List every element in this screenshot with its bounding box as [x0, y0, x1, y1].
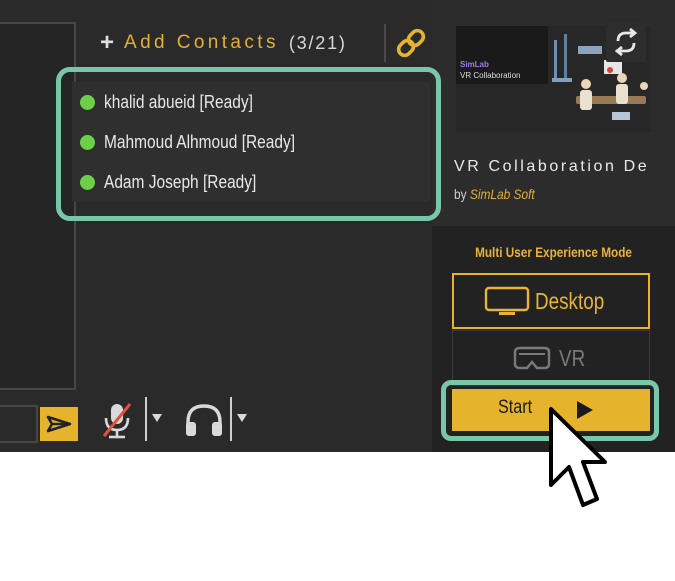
copy-invite-link-button[interactable] [394, 26, 428, 60]
link-icon [396, 28, 426, 58]
desktop-icon [484, 286, 530, 315]
refresh-button[interactable] [606, 22, 646, 62]
headphones-toggle-button[interactable] [182, 400, 226, 442]
chevron-down-icon [152, 414, 162, 422]
project-author-line: by SimLab Soft [454, 186, 535, 202]
mouse-pointer-icon [549, 407, 607, 507]
add-contacts-label: Add Contacts [124, 32, 279, 53]
header-divider [384, 24, 386, 62]
vr-headset-icon [513, 346, 551, 370]
headphones-icon [186, 404, 222, 436]
project-title: VR Collaboration De [454, 158, 650, 175]
chat-message-input[interactable] [0, 405, 38, 443]
project-author[interactable]: SimLab Soft [470, 186, 535, 202]
send-button[interactable] [40, 407, 78, 441]
brand-subtitle: VR Collaboration [460, 71, 521, 80]
contact-count: (3/21) [288, 32, 347, 53]
desktop-mode-label: Desktop [534, 287, 604, 314]
microphone-toggle-button[interactable] [100, 400, 134, 442]
microphone-muted-icon [102, 403, 132, 439]
desktop-mode-button[interactable]: Desktop [452, 273, 650, 329]
chevron-down-icon [237, 414, 247, 422]
brand-logo: SimLab VR Collaboration [456, 26, 548, 84]
send-icon [46, 415, 72, 433]
by-label: by [454, 186, 467, 202]
headphones-dropdown-button[interactable] [234, 408, 250, 428]
contacts-highlight-frame [56, 67, 441, 221]
toolbar-divider [230, 397, 232, 441]
toolbar-divider [145, 397, 147, 441]
microphone-dropdown-button[interactable] [149, 408, 165, 428]
plus-icon: + [100, 29, 115, 56]
add-contacts-button[interactable]: + Add Contacts (3/21) [100, 28, 347, 58]
vr-mode-button[interactable]: VR [452, 330, 650, 386]
refresh-icon [614, 27, 638, 57]
vr-mode-label: VR [559, 344, 586, 371]
brand-name: SimLab [460, 60, 489, 69]
mode-selector-title: Multi User Experience Mode [475, 244, 632, 260]
